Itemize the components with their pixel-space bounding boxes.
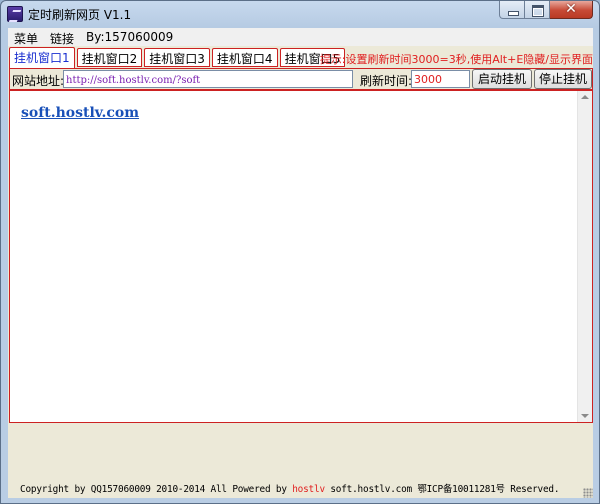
tab-window-1[interactable]: 挂机窗口1 bbox=[9, 47, 75, 68]
stop-button[interactable]: 停止挂机 bbox=[534, 69, 592, 89]
footer-brand[interactable]: hostlv bbox=[292, 484, 325, 495]
interval-label: 刷新时间: bbox=[360, 74, 413, 88]
app-window: 定时刷新网页 V1.1 ✕ 菜单 链接 By:157060009 挂机窗口1 挂… bbox=[0, 0, 600, 504]
footer-copyright: Copyright by QQ157060009 2010-2014 All P… bbox=[8, 476, 593, 498]
interval-input[interactable] bbox=[411, 70, 470, 88]
url-label: 网站地址: bbox=[12, 74, 65, 88]
tab-window-4[interactable]: 挂机窗口4 bbox=[211, 48, 278, 67]
control-row: 网站地址: 刷新时间: 启动挂机 停止挂机 bbox=[9, 68, 593, 90]
window-controls: ✕ bbox=[499, 1, 593, 21]
title-bar[interactable]: 定时刷新网页 V1.1 ✕ bbox=[1, 1, 599, 28]
tab-strip: 挂机窗口1 挂机窗口2 挂机窗口3 挂机窗口4 挂机窗口5 bbox=[9, 47, 347, 68]
browser-view[interactable]: soft.hostlv.com bbox=[9, 90, 593, 423]
close-button[interactable]: ✕ bbox=[550, 1, 593, 19]
tab-window-2[interactable]: 挂机窗口2 bbox=[76, 48, 143, 67]
client-area: 菜单 链接 By:157060009 挂机窗口1 挂机窗口2 挂机窗口3 挂机窗… bbox=[8, 28, 593, 498]
scroll-up-icon[interactable] bbox=[581, 95, 589, 99]
menu-item-author[interactable]: By:157060009 bbox=[80, 28, 179, 46]
menu-item-links[interactable]: 链接 bbox=[44, 28, 80, 46]
scroll-down-icon[interactable] bbox=[581, 414, 589, 418]
tab-window-3[interactable]: 挂机窗口3 bbox=[144, 48, 210, 67]
vertical-scrollbar[interactable] bbox=[577, 91, 592, 422]
maximize-button[interactable] bbox=[525, 1, 550, 19]
hint-text: 提示:设置刷新时间3000=3秒,使用Alt+E隐藏/显示界面 bbox=[319, 53, 593, 66]
app-logo-icon bbox=[7, 6, 23, 22]
page-link[interactable]: soft.hostlv.com bbox=[21, 105, 139, 121]
close-icon: ✕ bbox=[565, 1, 577, 17]
menu-item-menu[interactable]: 菜单 bbox=[8, 28, 44, 46]
window-title: 定时刷新网页 V1.1 bbox=[28, 8, 132, 22]
start-button[interactable]: 启动挂机 bbox=[472, 69, 532, 89]
resize-grip-icon[interactable] bbox=[583, 488, 593, 498]
url-input[interactable] bbox=[63, 70, 353, 88]
minimize-button[interactable] bbox=[499, 1, 525, 19]
footer-suffix: soft.hostlv.com 鄂ICP备10011281号 Reserved. bbox=[324, 484, 560, 495]
menu-bar: 菜单 链接 By:157060009 bbox=[8, 28, 593, 46]
footer-prefix: Copyright by QQ157060009 2010-2014 All P… bbox=[20, 484, 293, 495]
